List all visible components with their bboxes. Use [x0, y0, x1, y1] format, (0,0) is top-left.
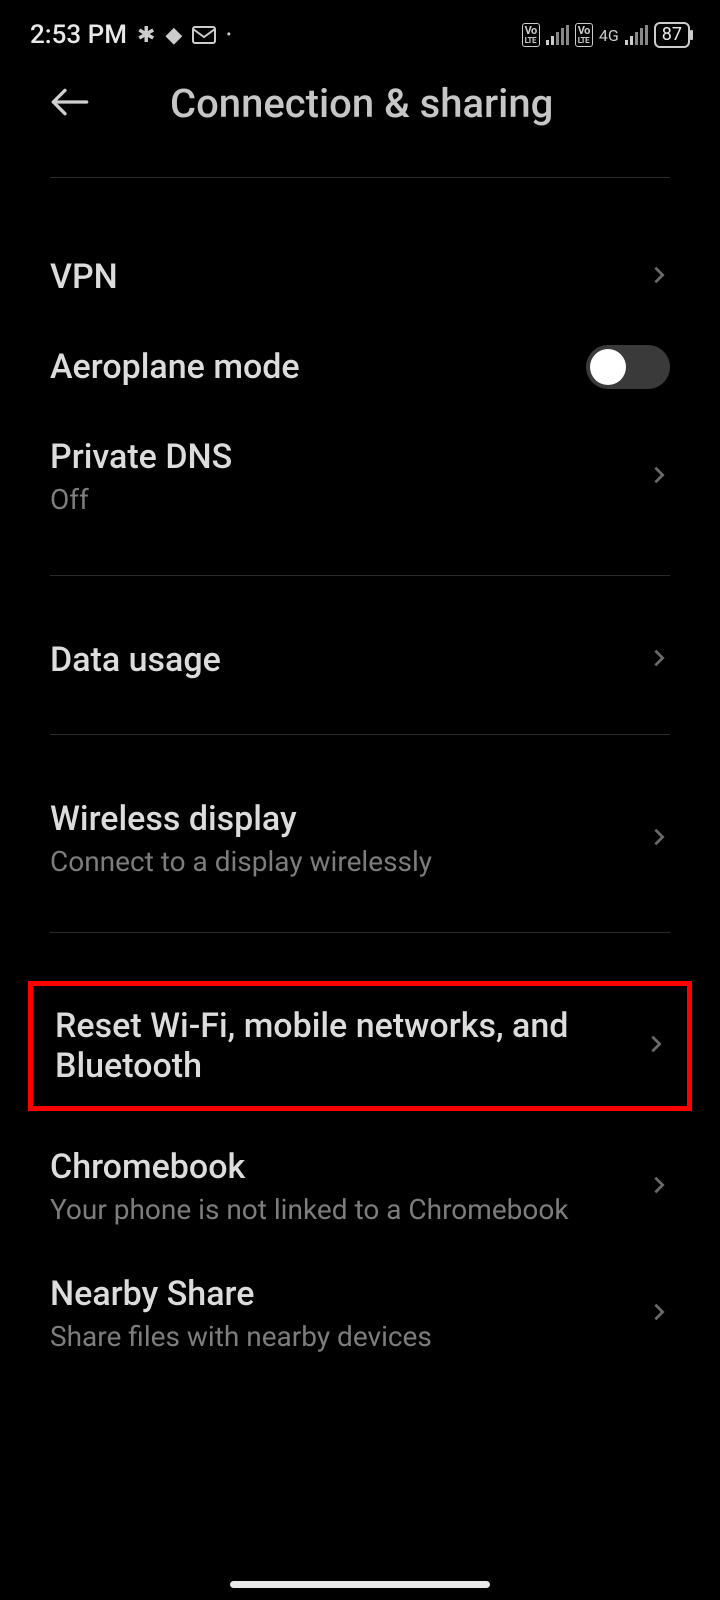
row-subtitle: Your phone is not linked to a Chromebook	[50, 1193, 628, 1226]
page-header: Connection & sharing	[0, 60, 720, 177]
signal-sim2-icon	[625, 25, 648, 45]
chevron-right-icon	[648, 464, 670, 490]
highlight-reset: Reset Wi-Fi, mobile networks, and Blueto…	[28, 981, 692, 1111]
row-label: Data usage	[50, 640, 628, 680]
gesture-bar[interactable]	[230, 1581, 490, 1588]
signal-sim1-icon	[546, 25, 569, 45]
chevron-right-icon	[648, 1301, 670, 1327]
row-label: Reset Wi-Fi, mobile networks, and Blueto…	[55, 1006, 625, 1086]
status-bar: 2:53 PM ✱ ◆ • VoLTE VoLTE 4G 87	[0, 0, 720, 60]
chevron-right-icon	[648, 264, 670, 290]
row-vpn[interactable]: VPN	[0, 233, 720, 321]
row-aeroplane-mode[interactable]: Aeroplane mode	[0, 321, 720, 413]
row-wireless-display[interactable]: Wireless display Connect to a display wi…	[0, 775, 720, 902]
row-reset-network[interactable]: Reset Wi-Fi, mobile networks, and Blueto…	[33, 986, 687, 1106]
app-icon: ◆	[165, 23, 182, 48]
dot-icon: •	[226, 27, 231, 43]
row-label: Chromebook	[50, 1147, 628, 1187]
gmail-icon	[192, 26, 216, 44]
battery-percent: 87	[662, 24, 682, 45]
battery-indicator: 87	[654, 22, 690, 48]
row-label: VPN	[50, 257, 628, 297]
row-label: Private DNS	[50, 437, 628, 477]
row-subtitle: Connect to a display wirelessly	[50, 845, 628, 878]
page-title: Connection & sharing	[170, 80, 670, 127]
row-label: Aeroplane mode	[50, 347, 566, 387]
toggle-knob	[590, 349, 626, 385]
row-label: Wireless display	[50, 799, 628, 839]
row-private-dns[interactable]: Private DNS Off	[0, 413, 720, 540]
row-subtitle: Share files with nearby devices	[50, 1320, 628, 1353]
row-data-usage[interactable]: Data usage	[0, 616, 720, 704]
chevron-right-icon	[648, 826, 670, 852]
status-left: 2:53 PM ✱ ◆ •	[30, 20, 231, 50]
slack-icon: ✱	[137, 23, 155, 48]
status-time: 2:53 PM	[30, 20, 127, 50]
row-chromebook[interactable]: Chromebook Your phone is not linked to a…	[0, 1119, 720, 1250]
chevron-right-icon	[645, 1033, 667, 1059]
chevron-right-icon	[648, 1174, 670, 1200]
row-label: Nearby Share	[50, 1274, 628, 1314]
chevron-right-icon	[648, 647, 670, 673]
volte-sim1-icon: VoLTE	[522, 23, 540, 47]
row-subtitle: Off	[50, 483, 628, 516]
volte-sim2-icon: VoLTE	[575, 23, 593, 47]
back-button[interactable]	[50, 82, 90, 126]
network-type: 4G	[599, 26, 619, 45]
status-right: VoLTE VoLTE 4G 87	[522, 22, 690, 48]
row-nearby-share[interactable]: Nearby Share Share files with nearby dev…	[0, 1250, 720, 1377]
aeroplane-toggle[interactable]	[586, 345, 670, 389]
